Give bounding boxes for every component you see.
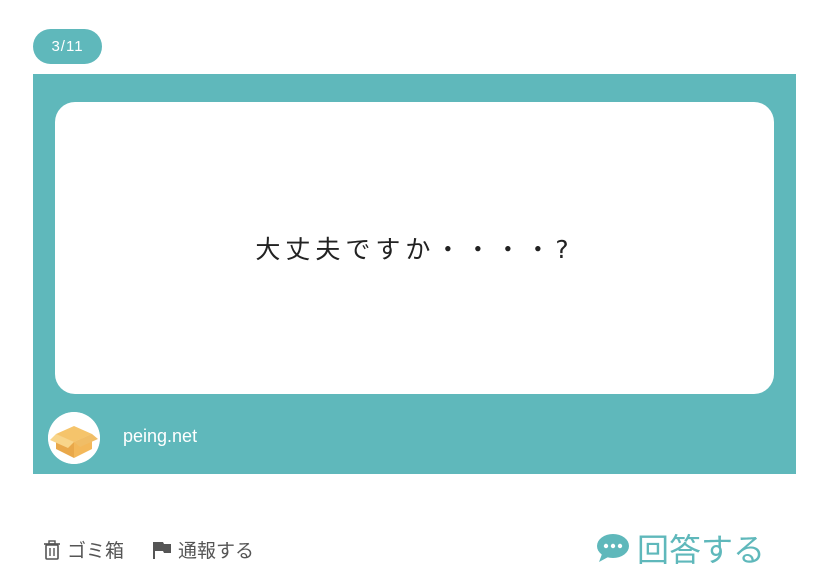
- question-card: 大丈夫ですか・・・・? peing.net: [33, 74, 796, 474]
- site-label: peing.net: [123, 426, 198, 446]
- report-button[interactable]: 通報する: [152, 536, 254, 563]
- trash-button[interactable]: ゴミ箱: [43, 536, 124, 563]
- speech-bubble-icon: [597, 534, 629, 562]
- trash-icon: [44, 539, 60, 560]
- answer-label: 回答する: [637, 531, 766, 569]
- report-label: 通報する: [178, 540, 255, 562]
- question-text: 大丈夫ですか・・・・?: [255, 235, 574, 264]
- trash-label: ゴミ箱: [67, 540, 125, 562]
- page-counter-badge: 3/11: [33, 29, 102, 64]
- avatar: [48, 412, 100, 464]
- page-counter-label: 3/11: [51, 38, 84, 55]
- answer-button[interactable]: 回答する: [596, 525, 765, 571]
- cardboard-box-icon: [48, 412, 100, 464]
- question-box: 大丈夫ですか・・・・?: [55, 102, 774, 394]
- flag-icon: [153, 541, 172, 559]
- action-bar: ゴミ箱 通報する: [43, 536, 282, 563]
